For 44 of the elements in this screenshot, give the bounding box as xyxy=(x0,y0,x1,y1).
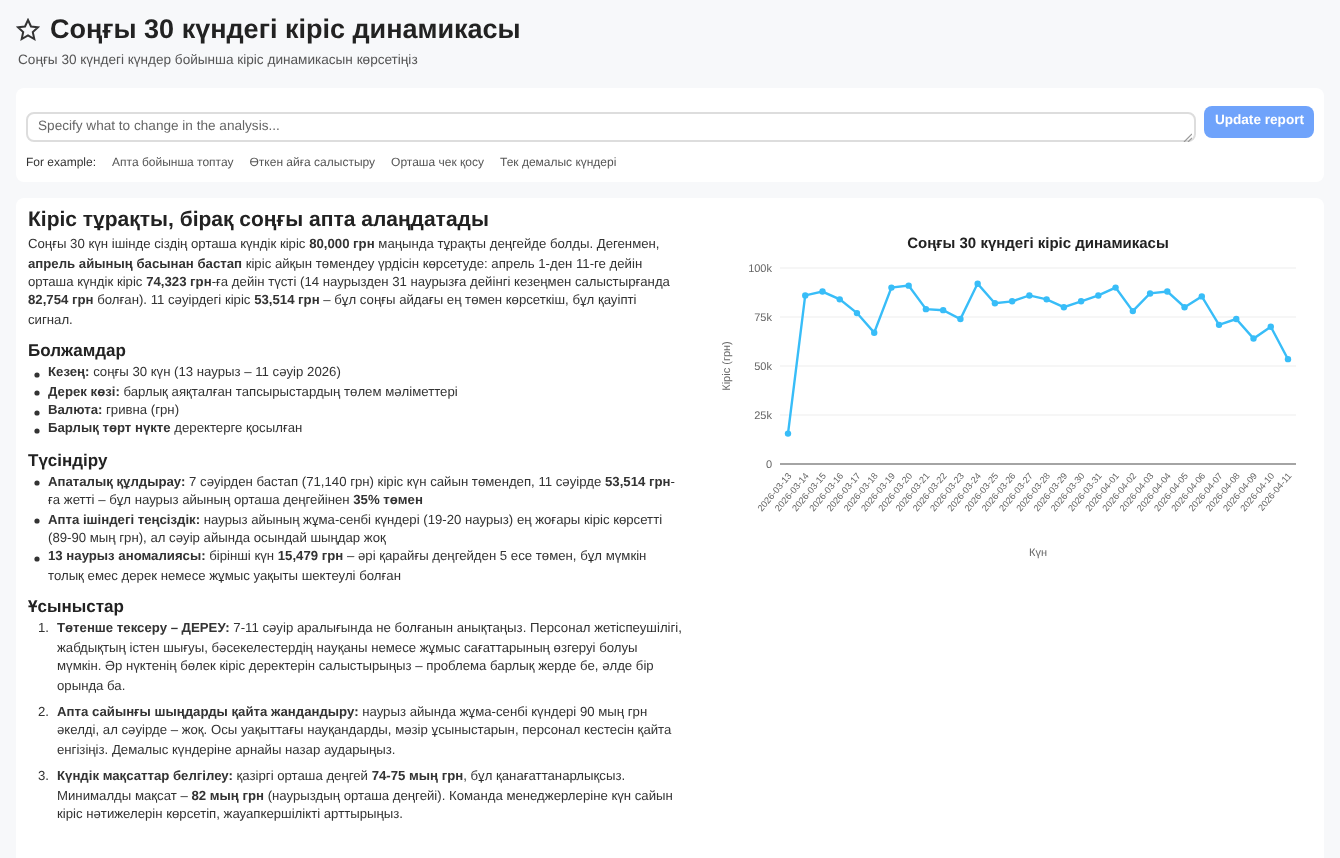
data-point xyxy=(819,288,826,296)
bullet-icon xyxy=(34,480,40,487)
data-point xyxy=(1215,322,1223,329)
data-point xyxy=(1112,284,1119,292)
data-point xyxy=(1043,296,1050,303)
data-point xyxy=(1164,288,1171,296)
data-point xyxy=(1284,356,1292,363)
data-point xyxy=(957,316,964,323)
data-point xyxy=(939,307,947,314)
section-heading: Болжамдар xyxy=(28,338,128,363)
data-point xyxy=(1198,293,1205,300)
star-icon[interactable] xyxy=(16,18,40,42)
bullet-icon xyxy=(34,555,40,562)
data-point xyxy=(1008,298,1016,305)
report-heading: Кіріс тұрақты, бірақ соңғы апта алаңдатады xyxy=(28,208,491,235)
data-point xyxy=(1077,298,1085,305)
section-heading: Ұсыныстар xyxy=(28,594,126,619)
data-point xyxy=(784,430,792,438)
bullet-icon xyxy=(34,409,40,416)
data-point xyxy=(1250,335,1257,343)
data-point xyxy=(1026,292,1033,299)
data-point xyxy=(974,280,981,288)
data-point xyxy=(888,284,895,292)
data-point xyxy=(1267,324,1274,331)
page-title: Соңғы 30 күндегі кіріс динамикасы xyxy=(50,12,521,48)
data-point xyxy=(1129,308,1137,315)
data-point xyxy=(991,300,999,307)
data-point xyxy=(1146,290,1154,298)
data-point xyxy=(905,282,912,290)
resize-handle-icon[interactable] xyxy=(1182,132,1193,143)
section-heading: Түсіндіру xyxy=(28,447,110,472)
data-point xyxy=(1181,304,1188,311)
data-point xyxy=(1095,292,1102,299)
data-point xyxy=(1060,304,1068,311)
data-point xyxy=(802,292,809,299)
data-point xyxy=(871,329,878,337)
data-point xyxy=(922,306,930,313)
bullet-icon xyxy=(34,427,40,434)
bullet-icon xyxy=(34,518,40,525)
data-point xyxy=(836,296,843,303)
bullet-icon xyxy=(34,371,40,378)
bullet-icon xyxy=(34,390,40,397)
data-point xyxy=(1233,316,1240,323)
data-point xyxy=(853,310,861,317)
